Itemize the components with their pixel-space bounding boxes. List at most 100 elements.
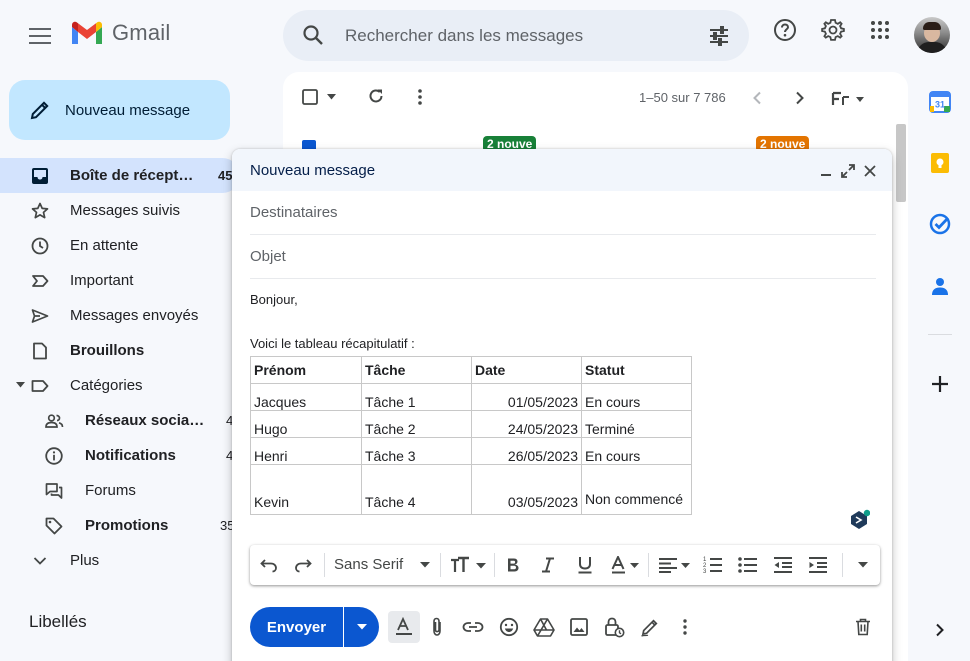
compose-button[interactable]: Nouveau message xyxy=(9,80,230,140)
sidebar-item-label: Plus xyxy=(70,552,100,569)
italic-icon[interactable] xyxy=(541,555,555,575)
keep-icon[interactable] xyxy=(928,151,952,175)
sidebar-item-sent[interactable]: Messages envoyés xyxy=(0,298,240,333)
table-cell[interactable]: 26/05/2023 xyxy=(471,437,582,465)
confidential-mode-icon[interactable] xyxy=(603,616,625,638)
table-cell[interactable]: Non commencé xyxy=(581,464,692,515)
message-intro[interactable]: Voici le tableau récapitulatif : xyxy=(250,336,415,351)
discard-draft-icon[interactable] xyxy=(852,616,874,638)
sidebar-item-starred[interactable]: Messages suivis xyxy=(0,193,240,228)
sidebar-item-promotions[interactable]: Promotions 35 xyxy=(0,508,240,543)
send-button[interactable]: Envoyer xyxy=(250,607,343,647)
apps-grid-icon[interactable] xyxy=(868,18,892,42)
attach-file-icon[interactable] xyxy=(426,616,448,638)
add-addon-icon[interactable] xyxy=(928,372,952,396)
search-input[interactable]: Rechercher dans les messages xyxy=(345,26,583,46)
search-bar[interactable]: Rechercher dans les messages xyxy=(283,10,749,61)
recipients-field[interactable]: Destinataires xyxy=(250,191,876,235)
google-drive-icon[interactable] xyxy=(533,616,555,638)
select-all-checkbox[interactable] xyxy=(302,89,318,105)
main-menu-icon[interactable] xyxy=(24,22,56,50)
more-options-icon[interactable] xyxy=(674,616,696,638)
mail-list-row[interactable]: 2 nouve 2 nouve xyxy=(283,136,893,150)
align-icon[interactable] xyxy=(658,555,692,575)
tasks-icon[interactable] xyxy=(928,212,952,236)
sidebar-item-label: Réseaux socia… xyxy=(85,412,205,429)
table-header-cell[interactable]: Tâche xyxy=(361,356,472,384)
insert-photo-icon[interactable] xyxy=(568,616,590,638)
gmail-logo[interactable]: Gmail xyxy=(70,20,170,46)
refresh-icon[interactable] xyxy=(367,87,385,105)
calendar-icon[interactable]: 31 xyxy=(928,90,952,114)
sidebar-item-categories[interactable]: Catégories xyxy=(0,368,240,403)
table-cell[interactable]: Tâche 2 xyxy=(361,410,472,438)
account-avatar[interactable] xyxy=(914,17,950,53)
table-cell[interactable]: Tâche 1 xyxy=(361,383,472,411)
redo-icon[interactable] xyxy=(294,555,312,575)
message-greeting[interactable]: Bonjour, xyxy=(250,292,298,307)
signature-icon[interactable] xyxy=(639,616,661,638)
contacts-icon[interactable] xyxy=(928,274,952,298)
font-family-select[interactable]: Sans Serif xyxy=(334,556,403,573)
schedule-send-icon[interactable] xyxy=(344,607,379,647)
table-cell[interactable]: En cours xyxy=(581,383,692,411)
sidebar-item-updates[interactable]: Notifications 4 xyxy=(0,438,240,473)
table-cell[interactable]: 24/05/2023 xyxy=(471,410,582,438)
table-cell[interactable]: En cours xyxy=(581,437,692,465)
table-cell[interactable]: Kevin xyxy=(250,464,362,515)
bulleted-list-icon[interactable] xyxy=(738,555,758,575)
expand-panel-icon[interactable] xyxy=(928,618,952,642)
formatting-options-icon[interactable] xyxy=(388,611,420,643)
bold-icon[interactable] xyxy=(506,555,520,575)
sidebar-item-forums[interactable]: Forums xyxy=(0,473,240,508)
insert-link-icon[interactable] xyxy=(462,616,484,638)
scrollbar-thumb[interactable] xyxy=(896,124,906,202)
extension-icon[interactable] xyxy=(850,509,870,531)
pencil-icon xyxy=(29,99,51,121)
more-vert-icon[interactable] xyxy=(417,88,423,106)
table-cell[interactable]: Henri xyxy=(250,437,362,465)
caret-down-icon[interactable] xyxy=(16,382,25,388)
sidebar-item-more[interactable]: Plus xyxy=(0,543,240,578)
summary-table[interactable]: Prénom Tâche Date Statut Jacques Tâche 1… xyxy=(250,356,692,515)
sidebar-item-snoozed[interactable]: En attente xyxy=(0,228,240,263)
input-tools-icon[interactable] xyxy=(831,91,865,107)
numbered-list-icon[interactable]: 123 xyxy=(703,555,723,575)
minimize-icon[interactable] xyxy=(818,163,834,179)
undo-icon[interactable] xyxy=(260,555,278,575)
text-size-icon[interactable] xyxy=(450,555,488,575)
newer-page-icon[interactable] xyxy=(752,91,762,105)
table-cell[interactable]: Tâche 3 xyxy=(361,437,472,465)
underline-icon[interactable] xyxy=(577,555,593,575)
sidebar-item-social[interactable]: Réseaux socia… 4 xyxy=(0,403,240,438)
table-cell[interactable]: Terminé xyxy=(581,410,692,438)
table-header-cell[interactable]: Prénom xyxy=(250,356,362,384)
gmail-logo-icon xyxy=(72,21,102,44)
older-page-icon[interactable] xyxy=(795,91,805,105)
subject-field[interactable]: Objet xyxy=(250,235,876,279)
sidebar-item-important[interactable]: Important xyxy=(0,263,240,298)
table-header-cell[interactable]: Date xyxy=(471,356,582,384)
sidebar-item-inbox[interactable]: Boîte de récept… 45 xyxy=(0,158,240,193)
font-dropdown-icon[interactable] xyxy=(420,555,430,575)
emoji-icon[interactable] xyxy=(498,616,520,638)
text-color-icon[interactable] xyxy=(611,555,641,575)
search-options-icon[interactable] xyxy=(707,24,731,48)
more-formatting-icon[interactable] xyxy=(858,555,868,575)
settings-icon[interactable] xyxy=(821,18,845,42)
table-header-cell[interactable]: Statut xyxy=(581,356,692,384)
table-cell[interactable]: Hugo xyxy=(250,410,362,438)
compose-header[interactable]: Nouveau message xyxy=(232,149,892,191)
fullscreen-icon[interactable] xyxy=(840,163,856,179)
sidebar-item-drafts[interactable]: Brouillons xyxy=(0,333,240,368)
table-cell[interactable]: Jacques xyxy=(250,383,362,411)
table-cell[interactable]: Tâche 4 xyxy=(361,464,472,515)
indent-less-icon[interactable] xyxy=(773,555,793,575)
select-dropdown-icon[interactable] xyxy=(327,94,336,100)
table-cell[interactable]: 03/05/2023 xyxy=(471,464,582,515)
help-icon[interactable] xyxy=(773,18,797,42)
table-cell[interactable]: 01/05/2023 xyxy=(471,383,582,411)
search-icon[interactable] xyxy=(301,23,325,47)
indent-more-icon[interactable] xyxy=(808,555,828,575)
close-icon[interactable] xyxy=(862,163,878,179)
